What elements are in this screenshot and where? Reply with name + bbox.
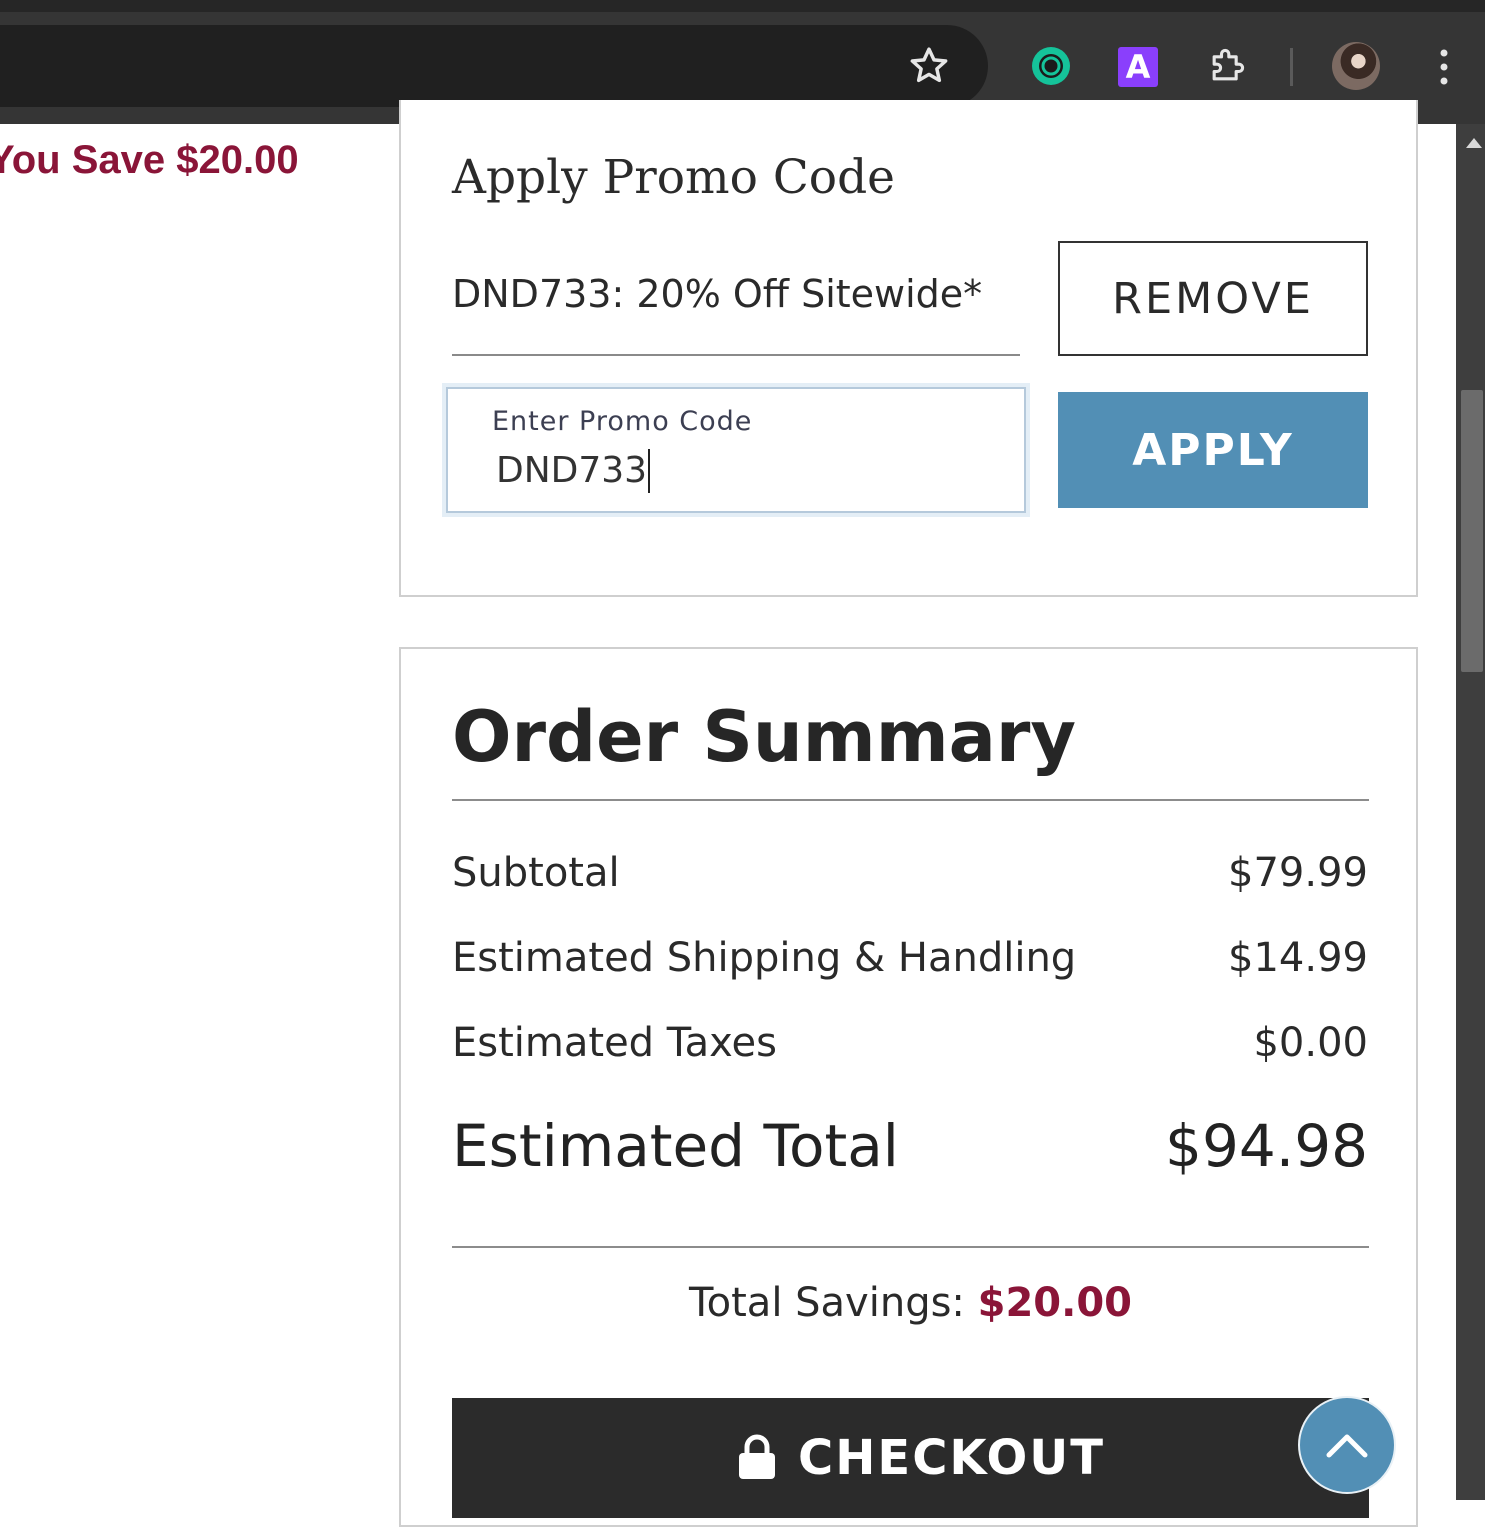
apply-promo-button[interactable]: APPLY [1058, 392, 1368, 508]
text-caret [648, 449, 650, 493]
back-to-top-button[interactable] [1298, 1396, 1396, 1494]
total-savings-amount: $20.00 [977, 1280, 1132, 1326]
order-summary-title: Order Summary [452, 696, 1077, 778]
menu-icon[interactable] [1432, 44, 1456, 90]
bookmark-star-icon[interactable] [906, 43, 952, 89]
tab-strip [0, 0, 1485, 12]
divider [452, 799, 1369, 801]
scroll-up-arrow-icon[interactable] [1466, 138, 1482, 148]
order-summary-panel [399, 647, 1418, 1527]
shipping-label: Estimated Shipping & Handling [452, 935, 1077, 981]
page-scrollbar[interactable] [1456, 124, 1485, 1500]
subtotal-label: Subtotal [452, 850, 620, 896]
promo-input-label: Enter Promo Code [492, 406, 753, 437]
total-savings-label: Total Savings: [689, 1280, 965, 1326]
divider [452, 1246, 1369, 1248]
address-bar[interactable] [0, 25, 988, 107]
checkout-label[interactable]: CHECKOUT [798, 1430, 1105, 1486]
profile-avatar[interactable] [1332, 42, 1380, 90]
subtotal-value: $79.99 [1228, 850, 1368, 896]
shipping-value: $14.99 [1228, 935, 1368, 981]
chevron-up-icon [1326, 1434, 1368, 1458]
estimated-total-value: $94.98 [1165, 1112, 1368, 1180]
remove-promo-button[interactable]: REMOVE [1058, 241, 1368, 356]
grammarly-icon[interactable] [1030, 45, 1072, 87]
scrollbar-thumb[interactable] [1461, 390, 1483, 672]
toolbar-separator [1290, 48, 1293, 86]
promo-title: Apply Promo Code [452, 150, 895, 205]
puzzle-icon[interactable] [1205, 44, 1249, 88]
lock-icon [739, 1434, 775, 1479]
estimated-total-label: Estimated Total [452, 1112, 899, 1180]
applied-promo-code: DND733: 20% Off Sitewide* [452, 272, 1020, 356]
extension-a-icon[interactable]: A [1118, 47, 1158, 87]
total-savings: Total Savings: $20.00 [452, 1280, 1369, 1326]
taxes-value: $0.00 [1253, 1020, 1368, 1066]
taxes-label: Estimated Taxes [452, 1020, 777, 1066]
you-save-text: You Save $20.00 [0, 138, 299, 182]
promo-input-value[interactable]: DND733 [496, 450, 647, 491]
